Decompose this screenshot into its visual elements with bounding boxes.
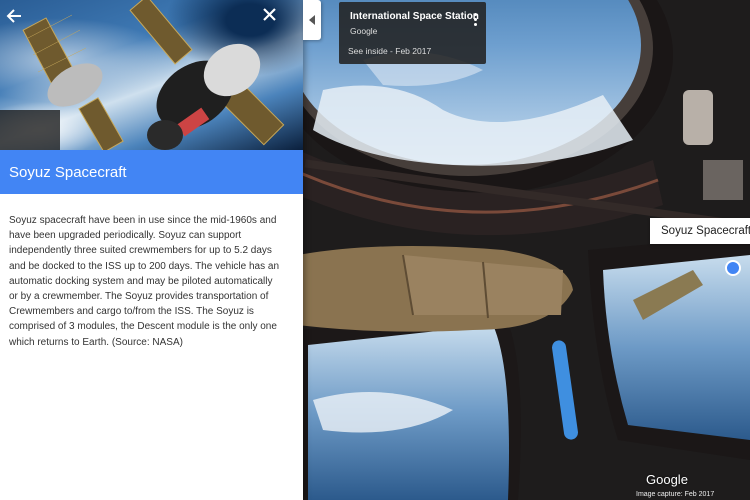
- more-vert-icon[interactable]: [470, 11, 480, 31]
- cupola-scene: [303, 0, 750, 500]
- location-marker-icon[interactable]: [725, 260, 741, 276]
- panel-title: Soyuz Spacecraft: [9, 163, 127, 181]
- triangle-left-icon: [309, 15, 315, 25]
- arrow-back-icon: [6, 9, 21, 23]
- location-subtitle: Google: [350, 26, 378, 36]
- title-bar: Soyuz Spacecraft: [0, 150, 303, 194]
- street-view-pane[interactable]: [303, 0, 750, 500]
- close-icon: [263, 8, 276, 21]
- label-chip-text: Soyuz Spacecraft: [661, 225, 750, 237]
- location-title: International Space Station: [350, 11, 479, 22]
- panel-description: Soyuz spacecraft have been in use since …: [9, 215, 280, 348]
- close-button[interactable]: [263, 8, 289, 34]
- see-inside-link[interactable]: See inside - Feb 2017: [348, 46, 431, 56]
- image-capture-text: Image capture: Feb 2017: [636, 491, 715, 498]
- hero-image: [0, 0, 303, 150]
- soyuz-label-chip[interactable]: Soyuz Spacecraft: [650, 218, 750, 244]
- google-logo: Google: [646, 472, 688, 487]
- soyuz-photo: [0, 0, 285, 150]
- back-button[interactable]: [6, 8, 32, 34]
- info-panel: Soyuz Spacecraft Soyuz spacecraft have b…: [0, 0, 303, 500]
- collapse-panel-button[interactable]: [303, 0, 321, 40]
- location-card: International Space Station Google See i…: [339, 2, 486, 64]
